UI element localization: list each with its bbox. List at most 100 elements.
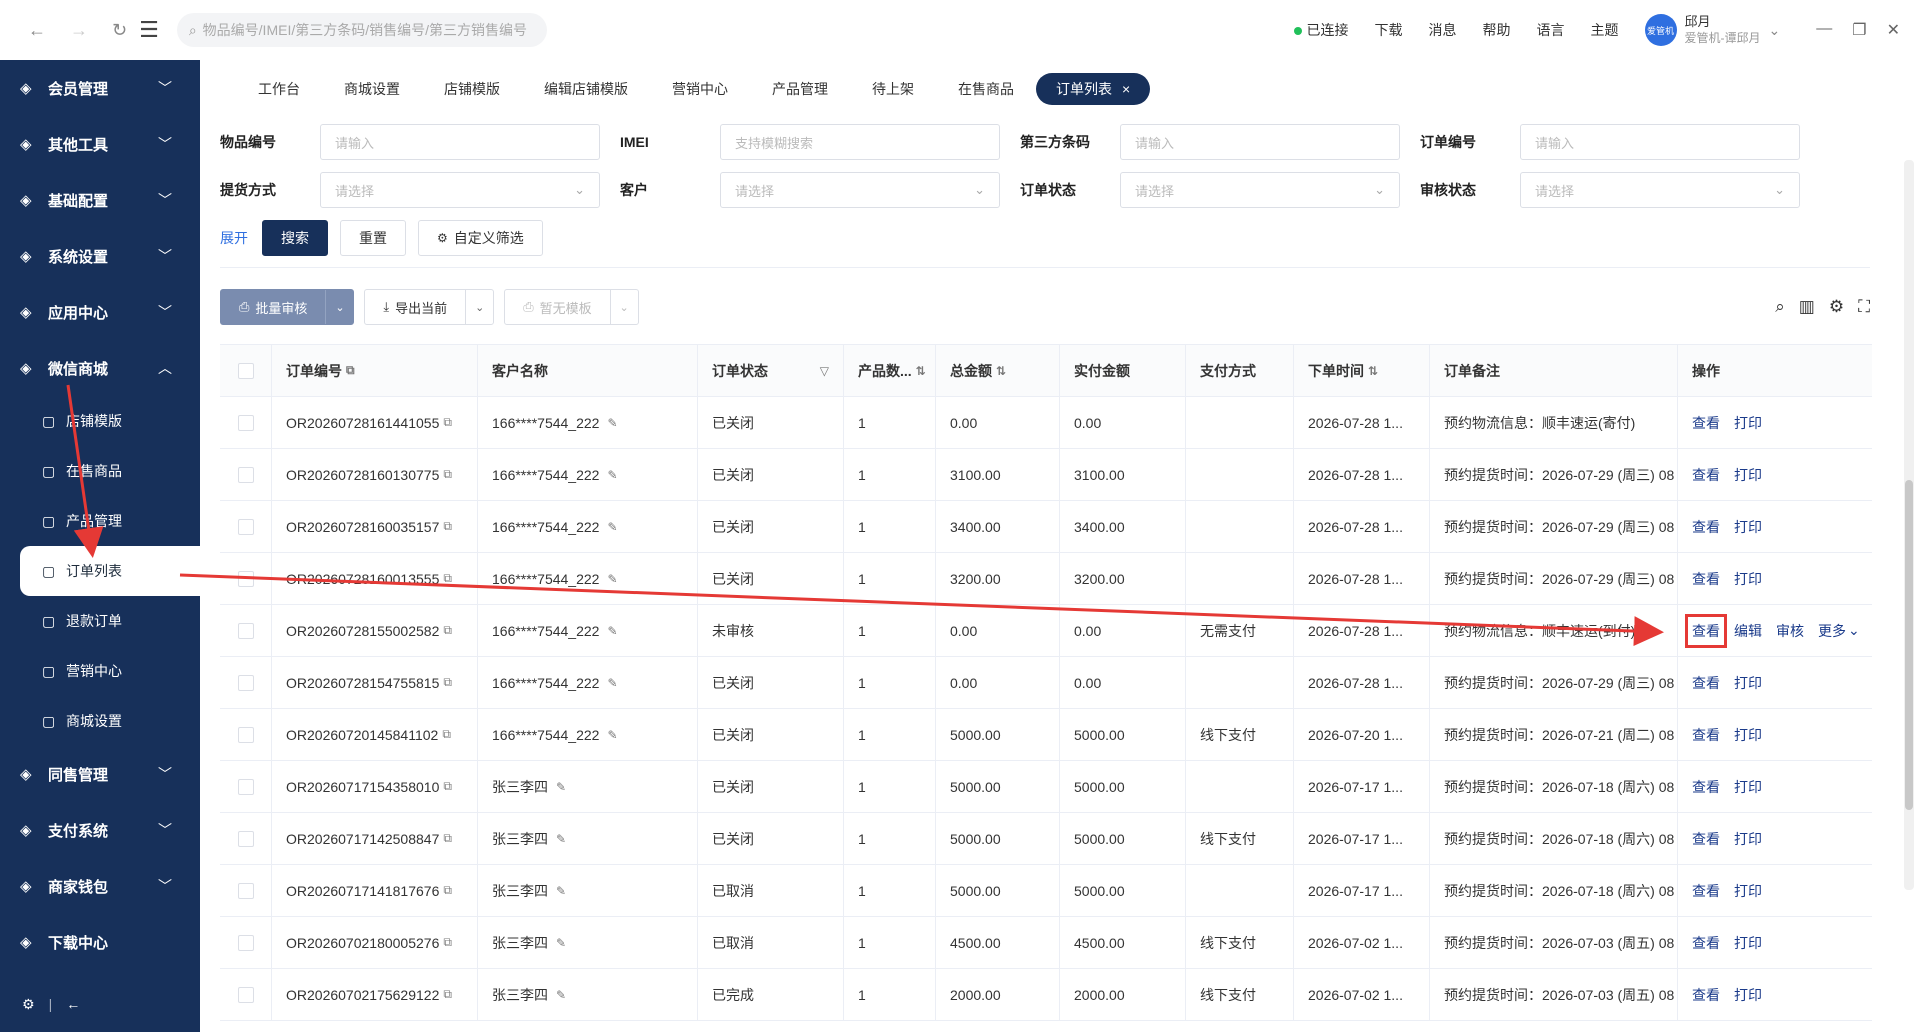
row-checkbox[interactable]	[220, 709, 272, 760]
maximize-icon[interactable]: ❐	[1852, 20, 1866, 40]
sidebar-subitem-5[interactable]: ▢ 营销中心	[0, 646, 200, 696]
row-checkbox[interactable]	[220, 813, 272, 864]
tab-3[interactable]: 编辑店铺模版	[522, 73, 650, 105]
tab-4[interactable]: 营销中心	[650, 73, 750, 105]
chevron-down-icon[interactable]: ⌄	[465, 290, 493, 324]
sidebar-item-top-5[interactable]: ◈ 微信商城 ︿	[0, 340, 200, 396]
column-header[interactable]: 操作	[1678, 345, 1872, 396]
print-template-button[interactable]: ⎙ 暂无模板 ⌄	[504, 289, 639, 325]
export-button[interactable]: ⤓ 导出当前 ⌄	[364, 289, 495, 325]
tab-5[interactable]: 产品管理	[750, 73, 850, 105]
chevron-down-icon[interactable]: ⌄	[609, 290, 638, 324]
menu-toggle-icon[interactable]: ☰	[139, 17, 159, 43]
print-link[interactable]: 打印	[1734, 829, 1762, 849]
sidebar-subitem-0[interactable]: ▢ 店铺模版	[0, 396, 200, 446]
row-checkbox[interactable]	[220, 917, 272, 968]
review-link[interactable]: 审核	[1776, 621, 1804, 641]
column-header[interactable]: 订单备注	[1430, 345, 1678, 396]
export-main[interactable]: ⤓ 导出当前	[365, 290, 465, 324]
user-menu[interactable]: 爱管机 邱月 爱管机-谭邱月 ⌄	[1644, 14, 1780, 46]
edit-icon[interactable]: ✎	[556, 988, 566, 1002]
row-checkbox[interactable]	[220, 553, 272, 604]
print-link[interactable]: 打印	[1734, 777, 1762, 797]
sidebar-item-top-1[interactable]: ◈ 其他工具 ﹀	[0, 116, 200, 172]
edit-icon[interactable]: ✎	[556, 936, 566, 950]
edit-icon[interactable]: ✎	[607, 520, 617, 534]
row-checkbox[interactable]	[220, 605, 272, 656]
view-link[interactable]: 查看	[1692, 673, 1720, 693]
search-button[interactable]: 搜索	[262, 220, 328, 256]
view-link[interactable]: 查看	[1692, 413, 1720, 433]
filter-input[interactable]: 支持模糊搜索	[720, 124, 1000, 160]
global-search-input[interactable]: ⌕ 物品编号/IMEI/第三方条码/销售编号/第三方销售编号	[176, 13, 547, 47]
row-checkbox[interactable]	[220, 969, 272, 1020]
chevron-down-icon[interactable]: ⌄	[325, 290, 353, 324]
select-all-checkbox[interactable]	[220, 345, 272, 396]
filter-select[interactable]: 请选择 ⌄	[720, 172, 1000, 208]
minimize-icon[interactable]: —	[1816, 20, 1832, 40]
scrollbar-thumb[interactable]	[1905, 480, 1913, 810]
sidebar-item-top-2[interactable]: ◈ 基础配置 ﹀	[0, 172, 200, 228]
columns-icon[interactable]: ▥	[1799, 297, 1815, 317]
sidebar-item-top-4[interactable]: ◈ 应用中心 ﹀	[0, 284, 200, 340]
search-icon[interactable]: ⌕	[1775, 297, 1785, 317]
column-header[interactable]: 实付金额	[1060, 345, 1186, 396]
sidebar-subitem-4[interactable]: ▢ 退款订单	[0, 596, 200, 646]
copy-icon[interactable]: ⧉	[443, 935, 452, 950]
view-link[interactable]: 查看	[1692, 725, 1720, 745]
scrollbar[interactable]	[1904, 160, 1914, 890]
column-header[interactable]: 总金额 ⇅	[936, 345, 1060, 396]
batch-review-button[interactable]: ⎙ 批量审核 ⌄	[220, 289, 355, 325]
copy-icon[interactable]: ⧉	[443, 831, 452, 846]
edit-icon[interactable]: ✎	[607, 676, 617, 690]
column-header[interactable]: 订单状态 ▽	[698, 345, 844, 396]
row-checkbox[interactable]	[220, 449, 272, 500]
tab-1[interactable]: 商城设置	[322, 73, 422, 105]
reset-button[interactable]: 重置	[340, 220, 406, 256]
back-icon[interactable]: ←	[28, 20, 46, 41]
edit-icon[interactable]: ✎	[607, 728, 617, 742]
sidebar-subitem-1[interactable]: ▢ 在售商品	[0, 446, 200, 496]
copy-icon[interactable]: ⧉	[443, 883, 452, 898]
row-checkbox[interactable]	[220, 657, 272, 708]
sort-icon[interactable]: ⇅	[1368, 364, 1378, 378]
print-link[interactable]: 打印	[1734, 985, 1762, 1005]
sidebar-subitem-6[interactable]: ▢ 商城设置	[0, 696, 200, 746]
row-checkbox[interactable]	[220, 761, 272, 812]
print-link[interactable]: 打印	[1734, 673, 1762, 693]
print-link[interactable]: 打印	[1734, 933, 1762, 953]
sidebar-item-bottom-3[interactable]: ◈ 下载中心	[0, 914, 200, 970]
edit-icon[interactable]: ✎	[556, 780, 566, 794]
copy-icon[interactable]: ⧉	[346, 363, 355, 378]
tab-7[interactable]: 在售商品	[936, 73, 1036, 105]
view-link[interactable]: 查看	[1692, 777, 1720, 797]
sidebar-subitem-3[interactable]: ▢ 订单列表	[20, 546, 200, 596]
copy-icon[interactable]: ⧉	[443, 571, 452, 586]
filter-input[interactable]: 请输入	[1520, 124, 1800, 160]
column-header[interactable]: 客户名称	[478, 345, 698, 396]
collapse-sidebar-icon[interactable]: ←	[66, 996, 80, 1012]
view-link[interactable]: 查看	[1692, 829, 1720, 849]
row-checkbox[interactable]	[220, 397, 272, 448]
tab-6[interactable]: 待上架	[850, 73, 936, 105]
copy-icon[interactable]: ⧉	[443, 779, 452, 794]
batch-review-main[interactable]: ⎙ 批量审核	[221, 290, 325, 324]
view-link[interactable]: 查看	[1692, 569, 1720, 589]
sidebar-item-top-0[interactable]: ◈ 会员管理 ﹀	[0, 60, 200, 116]
column-header[interactable]: 下单时间 ⇅	[1294, 345, 1430, 396]
filter-select[interactable]: 请选择 ⌄	[320, 172, 600, 208]
column-header[interactable]: 订单编号 ⧉	[272, 345, 478, 396]
tab-0[interactable]: 工作台	[236, 73, 322, 105]
print-link[interactable]: 打印	[1734, 725, 1762, 745]
refresh-icon[interactable]: ↻	[112, 20, 127, 41]
sort-icon[interactable]: ⇅	[996, 364, 1006, 378]
edit-icon[interactable]: ✎	[556, 884, 566, 898]
edit-icon[interactable]: ✎	[607, 416, 617, 430]
sidebar-item-bottom-0[interactable]: ◈ 同售管理 ﹀	[0, 746, 200, 802]
copy-icon[interactable]: ⧉	[443, 467, 452, 482]
filter-select[interactable]: 请选择 ⌄	[1120, 172, 1400, 208]
row-checkbox[interactable]	[220, 501, 272, 552]
copy-icon[interactable]: ⧉	[443, 415, 452, 430]
sidebar-item-top-3[interactable]: ◈ 系统设置 ﹀	[0, 228, 200, 284]
view-link[interactable]: 查看	[1685, 613, 1727, 648]
